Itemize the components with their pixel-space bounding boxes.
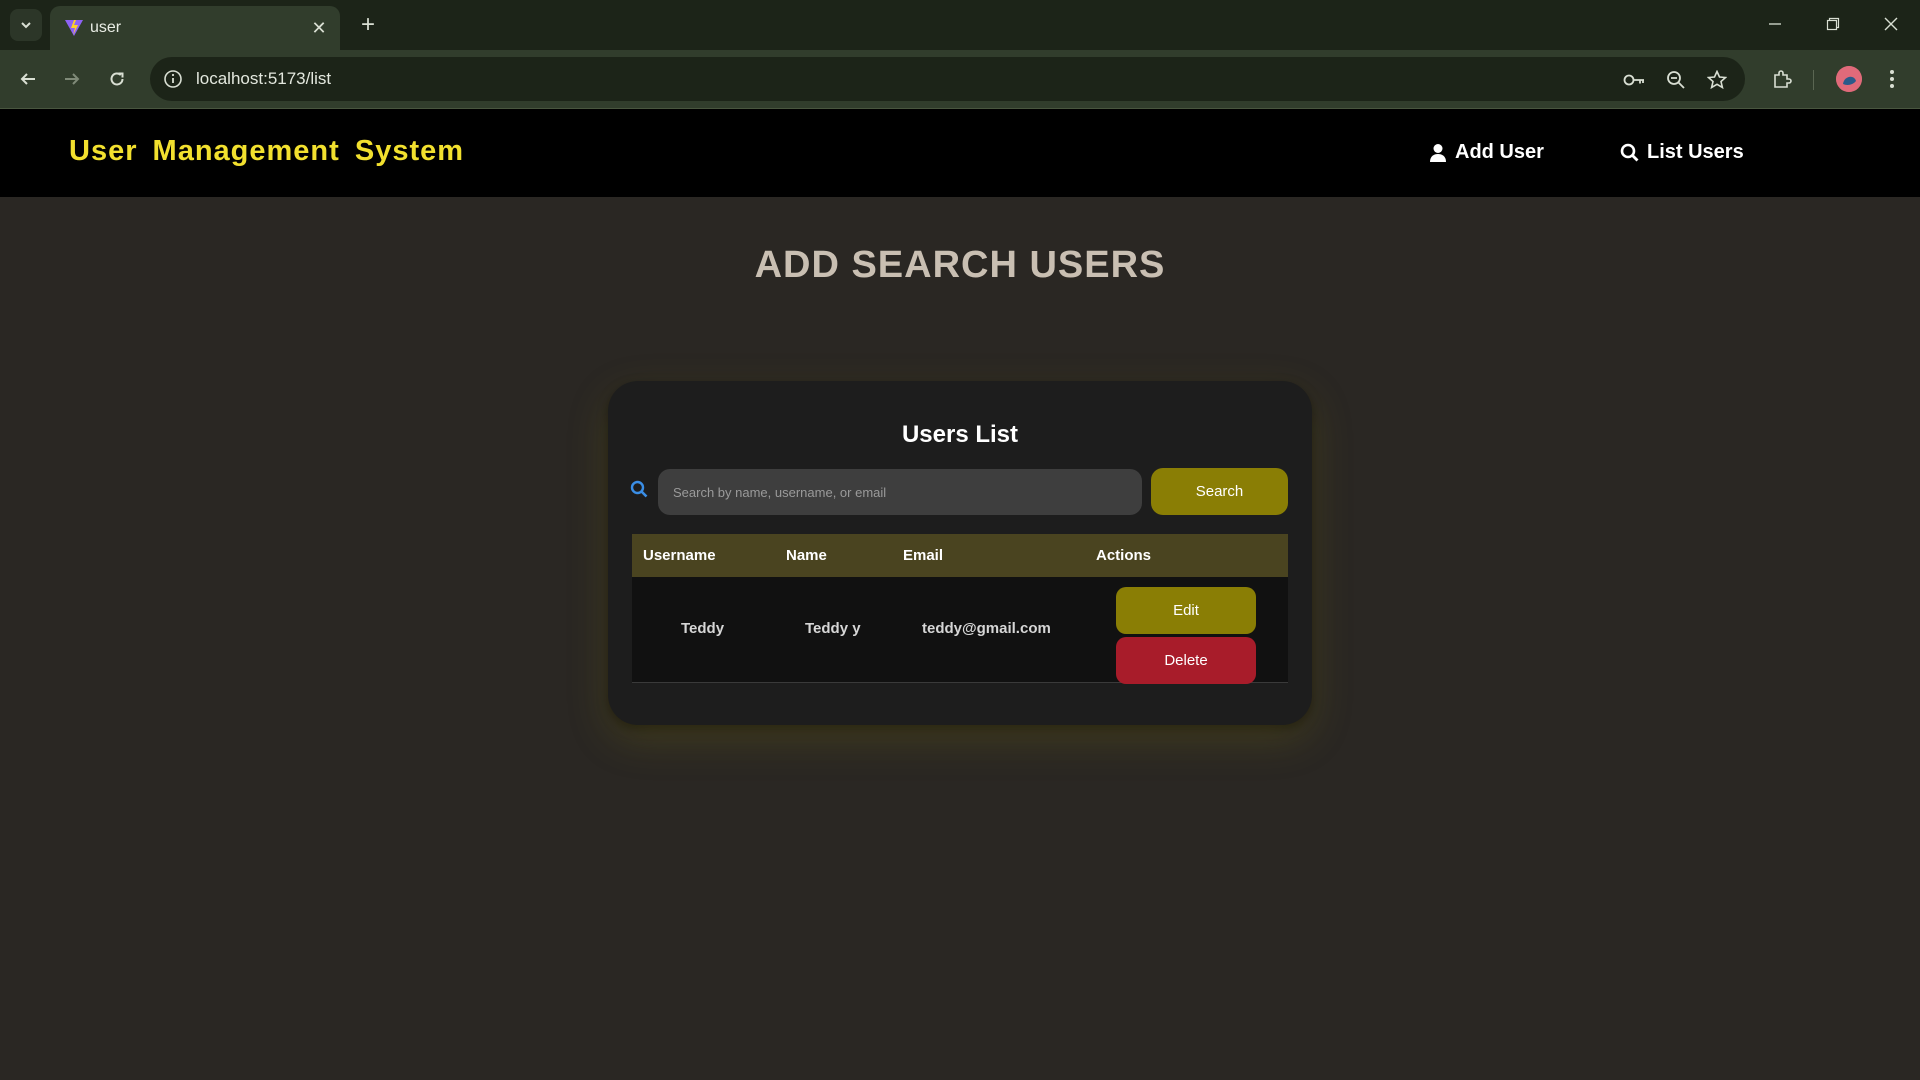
minimize-icon [1769, 23, 1781, 25]
site-info-icon[interactable] [162, 68, 184, 90]
browser-toolbar: localhost:5173/list [0, 50, 1920, 109]
nav-list-users-label: List Users [1647, 141, 1744, 163]
brand-title[interactable]: User Management System [69, 135, 464, 168]
cell-email: teddy@gmail.com [922, 620, 1051, 637]
arrow-left-icon [20, 73, 35, 85]
table-header: Username Name Email Actions [632, 534, 1288, 577]
edit-button[interactable]: Edit [1116, 587, 1256, 634]
nav-list-users[interactable]: List Users [1620, 141, 1744, 164]
column-header-username: Username [643, 547, 716, 564]
user-icon [1430, 143, 1446, 162]
tab-search-button[interactable] [10, 9, 42, 41]
address-bar[interactable]: localhost:5173/list [150, 57, 1745, 101]
restore-icon [1826, 17, 1840, 31]
forward-button[interactable] [56, 63, 88, 95]
users-list-card: Users List Search Username Name Email Ac… [608, 381, 1312, 725]
zoom-out-icon[interactable] [1664, 68, 1688, 92]
password-key-icon[interactable] [1623, 68, 1647, 92]
profile-avatar[interactable] [1836, 66, 1862, 92]
chevron-down-icon [21, 22, 31, 29]
back-button[interactable] [12, 63, 44, 95]
vite-logo-icon [65, 20, 83, 36]
nav-add-user[interactable]: Add User [1429, 141, 1544, 164]
minimize-button[interactable] [1752, 8, 1798, 40]
app-header: User Management System Add User List Use… [0, 109, 1920, 197]
search-input[interactable] [658, 469, 1142, 515]
address-url: localhost:5173/list [196, 69, 332, 88]
browser-tab-bar: user ✕ + [0, 0, 1920, 50]
reload-button[interactable] [101, 63, 133, 95]
close-icon [1884, 17, 1898, 31]
tab-title: user [90, 19, 122, 36]
page-heading: ADD SEARCH USERS [754, 244, 1166, 286]
column-header-actions: Actions [1096, 547, 1152, 564]
search-icon [630, 480, 650, 500]
extensions-puzzle-icon[interactable] [1766, 63, 1798, 95]
close-window-button[interactable] [1868, 8, 1914, 40]
search-icon [1620, 143, 1639, 162]
toolbar-divider [1813, 70, 1814, 90]
arrow-right-icon [65, 73, 80, 85]
search-button[interactable]: Search [1151, 468, 1288, 515]
more-menu-icon[interactable] [1876, 63, 1908, 95]
tab-close-icon[interactable]: ✕ [308, 17, 330, 39]
reload-icon [110, 72, 124, 86]
column-header-email: Email [903, 547, 944, 564]
cell-username: Teddy [681, 620, 725, 637]
nav-add-user-label: Add User [1455, 141, 1544, 163]
table-row: Teddy Teddy y teddy@gmail.com Edit Delet… [632, 577, 1288, 684]
restore-button[interactable] [1810, 8, 1856, 40]
card-title: Users List [901, 421, 1019, 448]
browser-tab[interactable]: user ✕ [50, 6, 340, 50]
column-header-name: Name [786, 547, 827, 564]
new-tab-button[interactable]: + [354, 11, 382, 39]
cell-name: Teddy y [805, 620, 861, 637]
bookmark-star-icon[interactable] [1705, 68, 1729, 92]
delete-button[interactable]: Delete [1116, 637, 1256, 684]
